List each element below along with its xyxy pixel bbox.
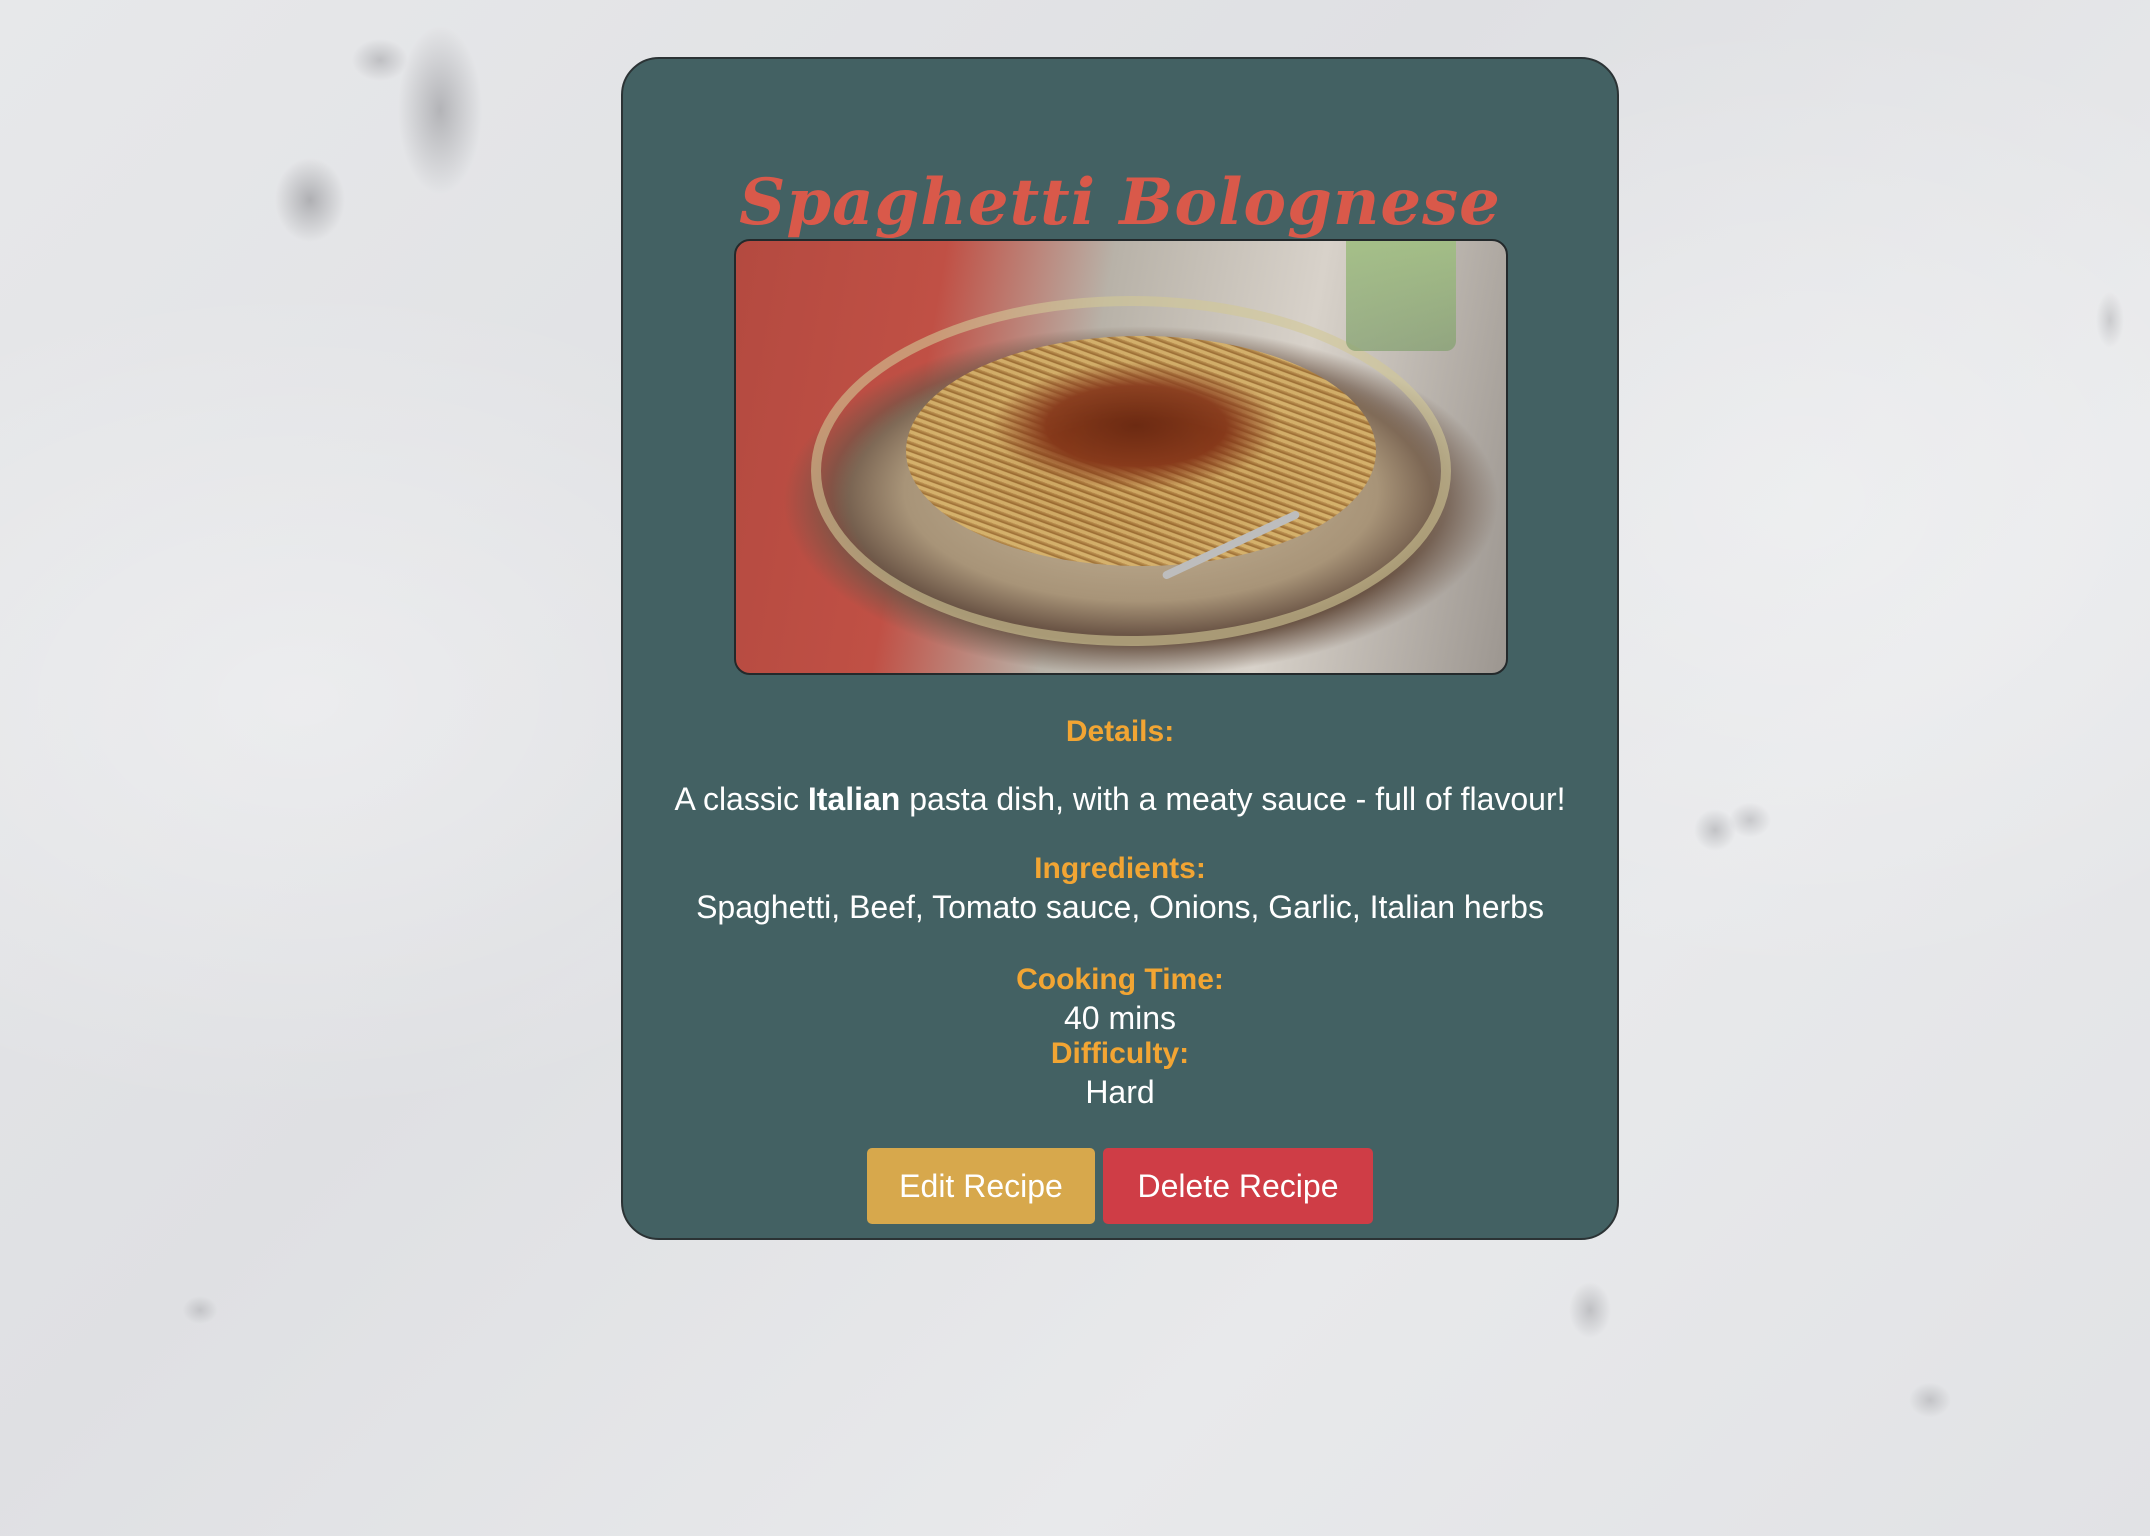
cooking-time-label: Cooking Time: — [1016, 963, 1224, 996]
description-prefix: A classic — [674, 781, 808, 817]
recipe-title: Spaghetti Bolognese — [739, 165, 1501, 240]
recipe-card: Spaghetti Bolognese Details: A classic I… — [621, 57, 1619, 1240]
recipe-actions: Edit Recipe Delete Recipe — [623, 1148, 1617, 1224]
ingredients-value: Spaghetti, Beef, Tomato sauce, Onions, G… — [696, 889, 1544, 925]
description-bold: Italian — [807, 781, 901, 817]
recipe-image — [734, 239, 1508, 675]
pasta-dish — [906, 336, 1376, 566]
description-suffix: pasta dish, with a meaty sauce - full of… — [900, 781, 1566, 817]
delete-recipe-button[interactable]: Delete Recipe — [1103, 1148, 1373, 1224]
details-label: Details: — [1065, 715, 1175, 748]
difficulty-value: Hard — [1085, 1074, 1155, 1110]
difficulty-label: Difficulty: — [1050, 1037, 1190, 1070]
edit-recipe-button[interactable]: Edit Recipe — [867, 1148, 1095, 1224]
recipe-description: A classic Italian pasta dish, with a mea… — [623, 781, 1617, 818]
ingredients-label: Ingredients: — [1034, 852, 1206, 885]
glass — [1346, 241, 1456, 351]
cooking-time-value: 40 mins — [1063, 1000, 1177, 1036]
